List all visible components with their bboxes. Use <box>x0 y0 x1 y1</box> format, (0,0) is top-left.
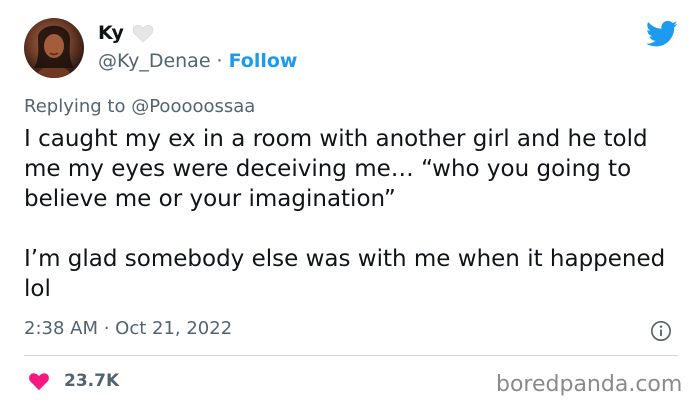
white-heart-icon <box>132 23 154 43</box>
separator-dot: · <box>216 50 223 72</box>
tweet-timestamp[interactable]: 2:38 AM · Oct 21, 2022 <box>24 318 232 339</box>
heart-icon[interactable] <box>28 371 50 391</box>
watermark: boredpanda.com <box>496 372 683 397</box>
info-icon[interactable] <box>650 320 672 342</box>
author-name[interactable]: Ky <box>98 22 124 44</box>
twitter-bird-icon[interactable] <box>646 20 678 48</box>
author-handle[interactable]: @Ky_Denae <box>98 50 211 72</box>
replying-prefix: Replying to <box>24 96 126 117</box>
follow-button[interactable]: Follow <box>229 50 298 72</box>
reply-to-handle[interactable]: @Pooooossaa <box>131 96 255 117</box>
divider <box>24 355 678 356</box>
avatar-photo <box>34 25 74 78</box>
tweet-text: I caught my ex in a room with another gi… <box>24 126 666 302</box>
replying-to: Replying to @Pooooossaa <box>24 96 255 117</box>
author-handle-row: @Ky_Denae · Follow <box>98 50 297 72</box>
author-name-row: Ky <box>98 22 154 44</box>
avatar[interactable] <box>24 18 84 78</box>
like-count: 23.7K <box>64 371 120 391</box>
like-action[interactable]: 23.7K <box>28 371 119 391</box>
